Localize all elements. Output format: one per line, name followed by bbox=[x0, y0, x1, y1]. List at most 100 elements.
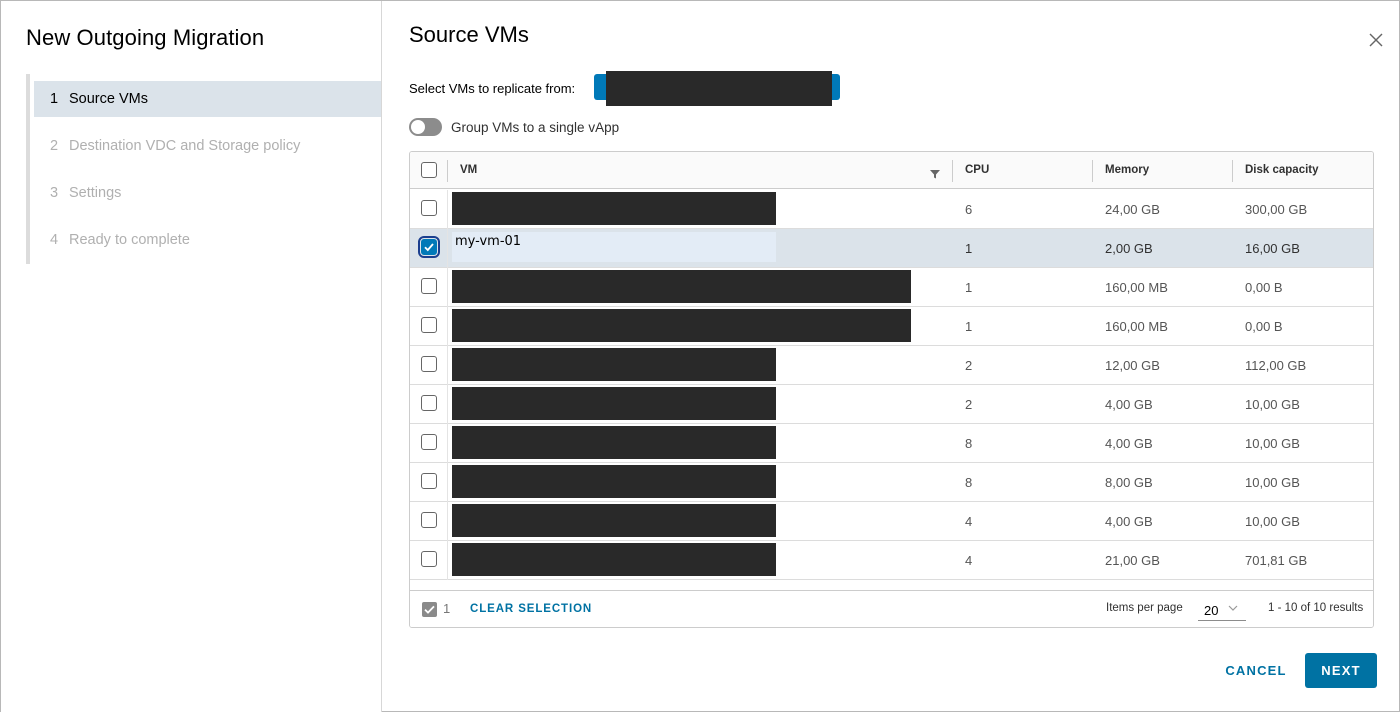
table-row[interactable]: 1 160,00 MB 0,00 B bbox=[410, 268, 1373, 307]
table-row[interactable]: 2 4,00 GB 10,00 GB bbox=[410, 385, 1373, 424]
step-number: 4 bbox=[50, 232, 59, 248]
column-divider bbox=[447, 307, 448, 346]
row-checkbox[interactable] bbox=[421, 434, 437, 450]
row-checkbox[interactable] bbox=[421, 278, 437, 294]
items-per-page-value: 20 bbox=[1204, 603, 1219, 618]
cpu-cell: 1 bbox=[965, 319, 973, 334]
row-checkbox[interactable] bbox=[421, 317, 437, 333]
wizard-steps: 1 Source VMs 2 Destination VDC and Storage… bbox=[26, 74, 382, 264]
group-vapp-toggle-row: Group VMs to a single vApp bbox=[409, 117, 619, 137]
memory-cell: 160,00 MB bbox=[1105, 319, 1168, 334]
redacted-vm-name bbox=[452, 465, 776, 498]
redacted-vm-name bbox=[452, 543, 776, 576]
column-header-memory[interactable]: Memory bbox=[1093, 152, 1149, 189]
table-row[interactable]: 6 24,00 GB 300,00 GB bbox=[410, 190, 1373, 229]
close-button[interactable] bbox=[1365, 29, 1387, 51]
column-divider bbox=[447, 268, 448, 307]
step-label: Destination VDC and Storage policy bbox=[69, 138, 301, 154]
row-checkbox[interactable] bbox=[421, 512, 437, 528]
row-checkbox[interactable] bbox=[421, 395, 437, 411]
wizard-step-ready[interactable]: 4 Ready to complete bbox=[34, 222, 381, 258]
column-divider bbox=[447, 541, 448, 580]
items-per-page-label: Items per page bbox=[1106, 602, 1183, 614]
table-row[interactable]: 1 160,00 MB 0,00 B bbox=[410, 307, 1373, 346]
redacted-vm-name bbox=[452, 387, 776, 420]
selection-indicator bbox=[422, 602, 437, 617]
column-divider bbox=[447, 424, 448, 463]
step-number: 2 bbox=[50, 138, 59, 154]
replicate-from-row: Select VMs to replicate from: bbox=[409, 71, 840, 106]
memory-cell: 4,00 GB bbox=[1105, 436, 1153, 451]
clear-selection-button[interactable]: CLEAR SELECTION bbox=[470, 603, 592, 615]
cpu-cell: 4 bbox=[965, 553, 973, 568]
close-icon bbox=[1369, 33, 1383, 47]
wizard-sidebar: New Outgoing Migration 1 Source VMs 2 Dest… bbox=[1, 1, 382, 712]
dialog-frame: New Outgoing Migration 1 Source VMs 2 Dest… bbox=[0, 0, 1400, 712]
table-row[interactable]: 4 4,00 GB 10,00 GB bbox=[410, 502, 1373, 541]
disk-cell: 10,00 GB bbox=[1245, 514, 1300, 529]
row-checkbox[interactable] bbox=[421, 551, 437, 567]
group-vapp-toggle[interactable] bbox=[409, 118, 442, 136]
row-checkbox[interactable] bbox=[421, 200, 437, 216]
disk-cell: 0,00 B bbox=[1245, 319, 1283, 334]
disk-cell: 16,00 GB bbox=[1245, 241, 1300, 256]
vm-name-cell: my-vm-01 bbox=[452, 232, 776, 262]
column-divider bbox=[447, 463, 448, 502]
redacted-vm-name bbox=[452, 270, 911, 303]
cpu-cell: 8 bbox=[965, 475, 973, 490]
memory-cell: 2,00 GB bbox=[1105, 241, 1153, 256]
selected-count: 1 bbox=[443, 601, 451, 616]
disk-cell: 10,00 GB bbox=[1245, 436, 1300, 451]
row-checkbox-checked[interactable] bbox=[418, 236, 440, 258]
wizard-step-destination[interactable]: 2 Destination VDC and Storage policy bbox=[34, 128, 381, 164]
select-all-checkbox[interactable] bbox=[421, 162, 437, 178]
datagrid-footer: 1 CLEAR SELECTION Items per page 20 1 - … bbox=[410, 590, 1373, 627]
table-row[interactable]: 8 8,00 GB 10,00 GB bbox=[410, 463, 1373, 502]
table-row-selected[interactable]: my-vm-01 1 2,00 GB 16,00 GB bbox=[410, 229, 1373, 268]
column-divider bbox=[447, 346, 448, 385]
items-per-page-select[interactable]: 20 bbox=[1198, 597, 1246, 621]
wizard-step-source-vms[interactable]: 1 Source VMs bbox=[34, 81, 381, 117]
column-divider bbox=[447, 502, 448, 541]
column-header-vm[interactable]: VM bbox=[448, 152, 477, 189]
table-row[interactable]: 4 21,00 GB 701,81 GB bbox=[410, 541, 1373, 580]
redacted-vm-name bbox=[452, 192, 776, 225]
memory-cell: 8,00 GB bbox=[1105, 475, 1153, 490]
datagrid-header: VM CPU Memory Disk capacity bbox=[410, 152, 1373, 189]
checkmark-icon bbox=[424, 605, 435, 614]
wizard-title: New Outgoing Migration bbox=[26, 25, 265, 50]
page-title: Source VMs bbox=[409, 22, 529, 47]
table-row[interactable]: 8 4,00 GB 10,00 GB bbox=[410, 424, 1373, 463]
redacted-vm-name bbox=[452, 426, 776, 459]
disk-cell: 10,00 GB bbox=[1245, 397, 1300, 412]
cpu-cell: 2 bbox=[965, 397, 973, 412]
chevron-down-icon bbox=[1228, 605, 1238, 611]
memory-cell: 160,00 MB bbox=[1105, 280, 1168, 295]
cpu-cell: 1 bbox=[965, 280, 973, 295]
vm-datagrid: VM CPU Memory Disk capacity 6 24,00 GB 3… bbox=[409, 151, 1374, 628]
table-row[interactable]: 2 12,00 GB 112,00 GB bbox=[410, 346, 1373, 385]
column-header-cpu[interactable]: CPU bbox=[953, 152, 989, 189]
column-divider bbox=[447, 190, 448, 229]
column-header-disk[interactable]: Disk capacity bbox=[1233, 152, 1319, 189]
cpu-cell: 6 bbox=[965, 202, 973, 217]
redacted-vm-name bbox=[452, 309, 911, 342]
column-divider bbox=[447, 385, 448, 424]
redacted-vm-name bbox=[452, 348, 776, 381]
wizard-step-settings[interactable]: 3 Settings bbox=[34, 175, 381, 211]
cpu-cell: 2 bbox=[965, 358, 973, 373]
next-button[interactable]: NEXT bbox=[1305, 653, 1377, 688]
memory-cell: 21,00 GB bbox=[1105, 553, 1160, 568]
step-label: Ready to complete bbox=[69, 232, 190, 248]
column-divider bbox=[447, 229, 448, 268]
memory-cell: 4,00 GB bbox=[1105, 514, 1153, 529]
cancel-button[interactable]: CANCEL bbox=[1214, 655, 1298, 687]
source-select[interactable] bbox=[594, 71, 840, 106]
filter-icon[interactable] bbox=[930, 166, 940, 179]
toggle-knob bbox=[411, 120, 425, 134]
disk-cell: 112,00 GB bbox=[1245, 358, 1307, 373]
step-number: 1 bbox=[50, 91, 59, 107]
row-checkbox[interactable] bbox=[421, 356, 437, 372]
replicate-from-label: Select VMs to replicate from: bbox=[409, 80, 576, 96]
row-checkbox[interactable] bbox=[421, 473, 437, 489]
